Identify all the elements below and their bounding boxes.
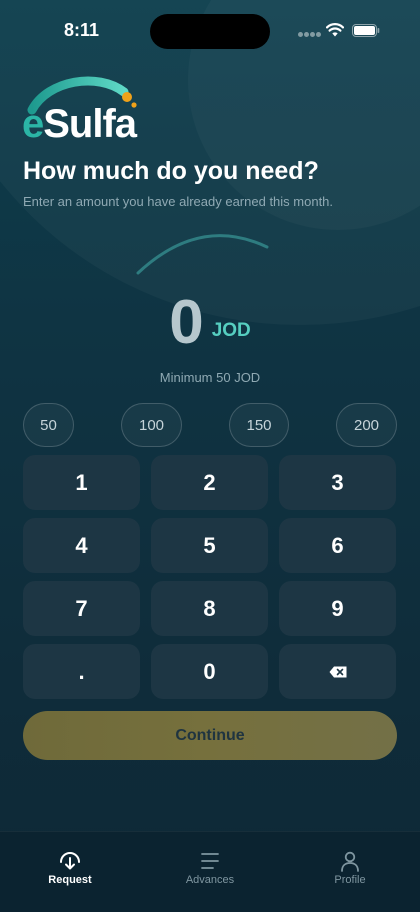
tab-advances-label: Advances [185,874,235,886]
logo-wordmark: eSulfa [22,102,137,146]
keypad-key-decimal[interactable]: . [23,644,140,699]
amount-arc-gauge [136,234,269,275]
tab-profile[interactable]: Profile [280,832,420,912]
tab-request[interactable]: Request [0,832,140,912]
backspace-icon [329,666,346,677]
tab-profile-label: Profile [334,874,366,886]
request-screen: 8:11 eSulfa How much do you need? Enter … [0,0,420,912]
tab-request-label: Request [48,874,92,886]
page-title: How much do you need? [23,157,319,185]
keypad-key-2[interactable]: 2 [151,455,268,510]
status-bar: 8:11 [0,0,420,60]
wifi-icon [326,23,344,37]
minimum-amount-text: Minimum 50 JOD [159,370,261,385]
page-subtitle: Enter an amount you have already earned … [23,194,334,209]
tab-bar: Request Advances Profile [0,831,420,912]
battery-icon [352,24,380,37]
amount-currency: JOD [211,320,251,341]
profile-icon [341,851,359,872]
keypad-key-9[interactable]: 9 [279,581,396,636]
continue-button[interactable]: Continue [23,711,397,760]
logo-letters-sulfa: Sulfa [43,102,137,146]
dynamic-island [150,14,270,49]
status-time: 8:11 [64,20,100,40]
request-icon [60,852,80,870]
preset-chip-50[interactable]: 50 [23,403,74,447]
keypad-backspace-button[interactable] [279,644,396,699]
amount-display: 0 JOD [0,290,420,360]
list-icon [201,853,219,869]
keypad-key-1[interactable]: 1 [23,455,140,510]
preset-chip-200[interactable]: 200 [336,403,397,447]
signal-icon [298,32,322,37]
logo-letter-e: e [22,102,44,146]
esulfa-logo: eSulfa [22,72,147,146]
tab-advances[interactable]: Advances [140,832,280,912]
keypad-key-4[interactable]: 4 [23,518,140,573]
keypad-key-8[interactable]: 8 [151,581,268,636]
preset-chip-150[interactable]: 150 [229,403,289,447]
amount-value: 0 [169,288,204,357]
keypad-key-7[interactable]: 7 [23,581,140,636]
keypad-key-5[interactable]: 5 [151,518,268,573]
keypad-key-6[interactable]: 6 [279,518,396,573]
preset-chip-100[interactable]: 100 [121,403,182,447]
keypad-key-0[interactable]: 0 [151,644,268,699]
keypad-key-3[interactable]: 3 [279,455,396,510]
